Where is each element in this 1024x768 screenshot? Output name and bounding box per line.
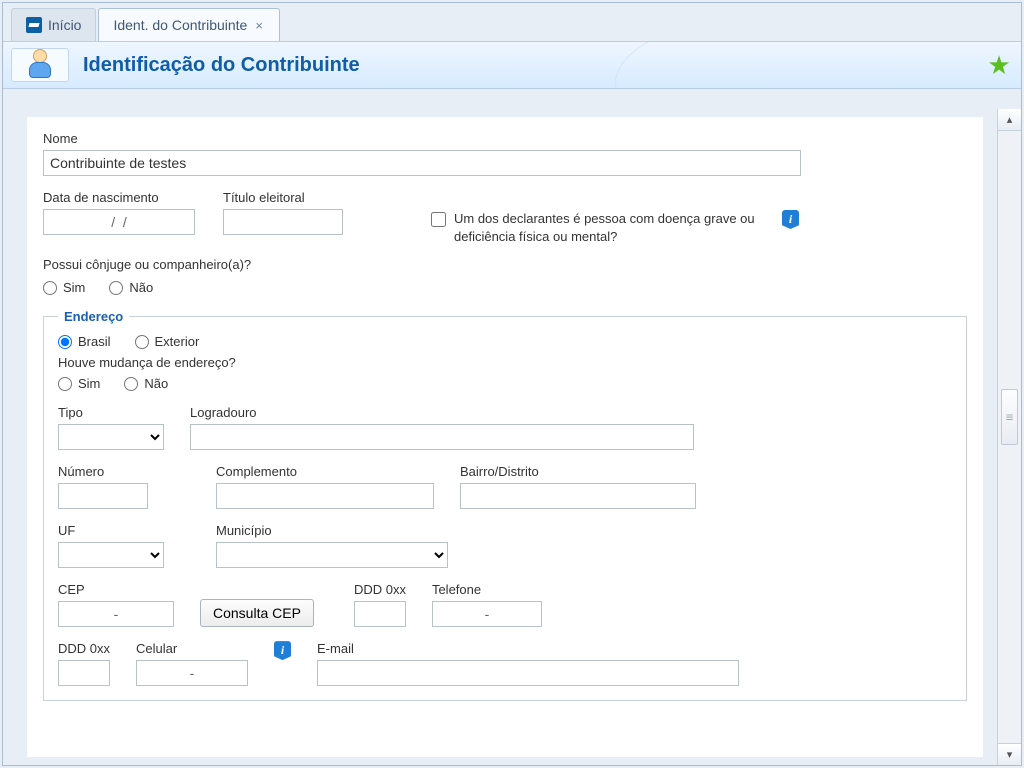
scrollbar[interactable]: ▴ ▾ bbox=[997, 109, 1021, 765]
celular-input[interactable] bbox=[136, 660, 248, 686]
tab-label: Início bbox=[48, 17, 81, 33]
tab-label: Ident. do Contribuinte bbox=[113, 17, 247, 33]
uf-label: UF bbox=[58, 523, 164, 538]
cep-input[interactable] bbox=[58, 601, 174, 627]
page-header: Identificação do Contribuinte ★ bbox=[3, 41, 1021, 89]
loc-brasil-radio[interactable]: Brasil bbox=[58, 334, 111, 349]
info-icon[interactable]: i bbox=[274, 641, 291, 660]
consulta-cep-button[interactable]: Consulta CEP bbox=[200, 599, 314, 627]
ddd-celular-label: DDD 0xx bbox=[58, 641, 110, 656]
bairro-label: Bairro/Distrito bbox=[460, 464, 696, 479]
mudanca-sim-radio[interactable]: Sim bbox=[58, 376, 100, 391]
conjuge-nao-radio[interactable]: Não bbox=[109, 280, 153, 295]
complemento-input[interactable] bbox=[216, 483, 434, 509]
tipo-label: Tipo bbox=[58, 405, 164, 420]
complemento-label: Complemento bbox=[216, 464, 434, 479]
page-title: Identificação do Contribuinte bbox=[77, 42, 977, 88]
email-label: E-mail bbox=[317, 641, 739, 656]
nome-input[interactable] bbox=[43, 150, 801, 176]
tab-bar: Início Ident. do Contribuinte × bbox=[3, 3, 1021, 41]
nascimento-label: Data de nascimento bbox=[43, 190, 195, 205]
scroll-down-button[interactable]: ▾ bbox=[998, 743, 1021, 765]
logradouro-label: Logradouro bbox=[190, 405, 694, 420]
nascimento-input[interactable] bbox=[43, 209, 195, 235]
conjuge-question: Possui cônjuge ou companheiro(a)? bbox=[43, 257, 967, 272]
ddd-telefone-input[interactable] bbox=[354, 601, 406, 627]
home-icon bbox=[26, 17, 42, 33]
tab-ident-contribuinte[interactable]: Ident. do Contribuinte × bbox=[98, 8, 279, 41]
telefone-label: Telefone bbox=[432, 582, 542, 597]
tab-inicio[interactable]: Início bbox=[11, 8, 96, 41]
titulo-label: Título eleitoral bbox=[223, 190, 343, 205]
person-icon bbox=[26, 49, 54, 81]
mudanca-nao-radio[interactable]: Não bbox=[124, 376, 168, 391]
avatar-box bbox=[11, 48, 69, 82]
favorite-star-icon[interactable]: ★ bbox=[977, 42, 1021, 88]
numero-input[interactable] bbox=[58, 483, 148, 509]
nome-label: Nome bbox=[43, 131, 967, 146]
titulo-input[interactable] bbox=[223, 209, 343, 235]
bairro-input[interactable] bbox=[460, 483, 696, 509]
form-panel: Nome Data de nascimento Título eleitoral… bbox=[27, 117, 983, 757]
scroll-up-button[interactable]: ▴ bbox=[998, 109, 1021, 131]
municipio-select[interactable] bbox=[216, 542, 448, 568]
municipio-label: Município bbox=[216, 523, 448, 538]
email-input[interactable] bbox=[317, 660, 739, 686]
telefone-input[interactable] bbox=[432, 601, 542, 627]
doenca-text: Um dos declarantes é pessoa com doença g… bbox=[454, 210, 774, 245]
info-icon[interactable]: i bbox=[782, 210, 799, 229]
uf-select[interactable] bbox=[58, 542, 164, 568]
celular-label: Celular bbox=[136, 641, 248, 656]
logradouro-input[interactable] bbox=[190, 424, 694, 450]
close-icon[interactable]: × bbox=[253, 18, 265, 33]
endereco-fieldset: Endereço Brasil Exterior Houve mudança d… bbox=[43, 309, 967, 701]
ddd-celular-input[interactable] bbox=[58, 660, 110, 686]
scroll-thumb[interactable] bbox=[1001, 389, 1018, 445]
endereco-legend: Endereço bbox=[58, 309, 129, 324]
doenca-checkbox[interactable] bbox=[431, 212, 446, 227]
conjuge-sim-radio[interactable]: Sim bbox=[43, 280, 85, 295]
mudanca-question: Houve mudança de endereço? bbox=[58, 355, 952, 370]
tipo-select[interactable] bbox=[58, 424, 164, 450]
cep-label: CEP bbox=[58, 582, 174, 597]
numero-label: Número bbox=[58, 464, 148, 479]
ddd-telefone-label: DDD 0xx bbox=[354, 582, 406, 597]
loc-exterior-radio[interactable]: Exterior bbox=[135, 334, 200, 349]
